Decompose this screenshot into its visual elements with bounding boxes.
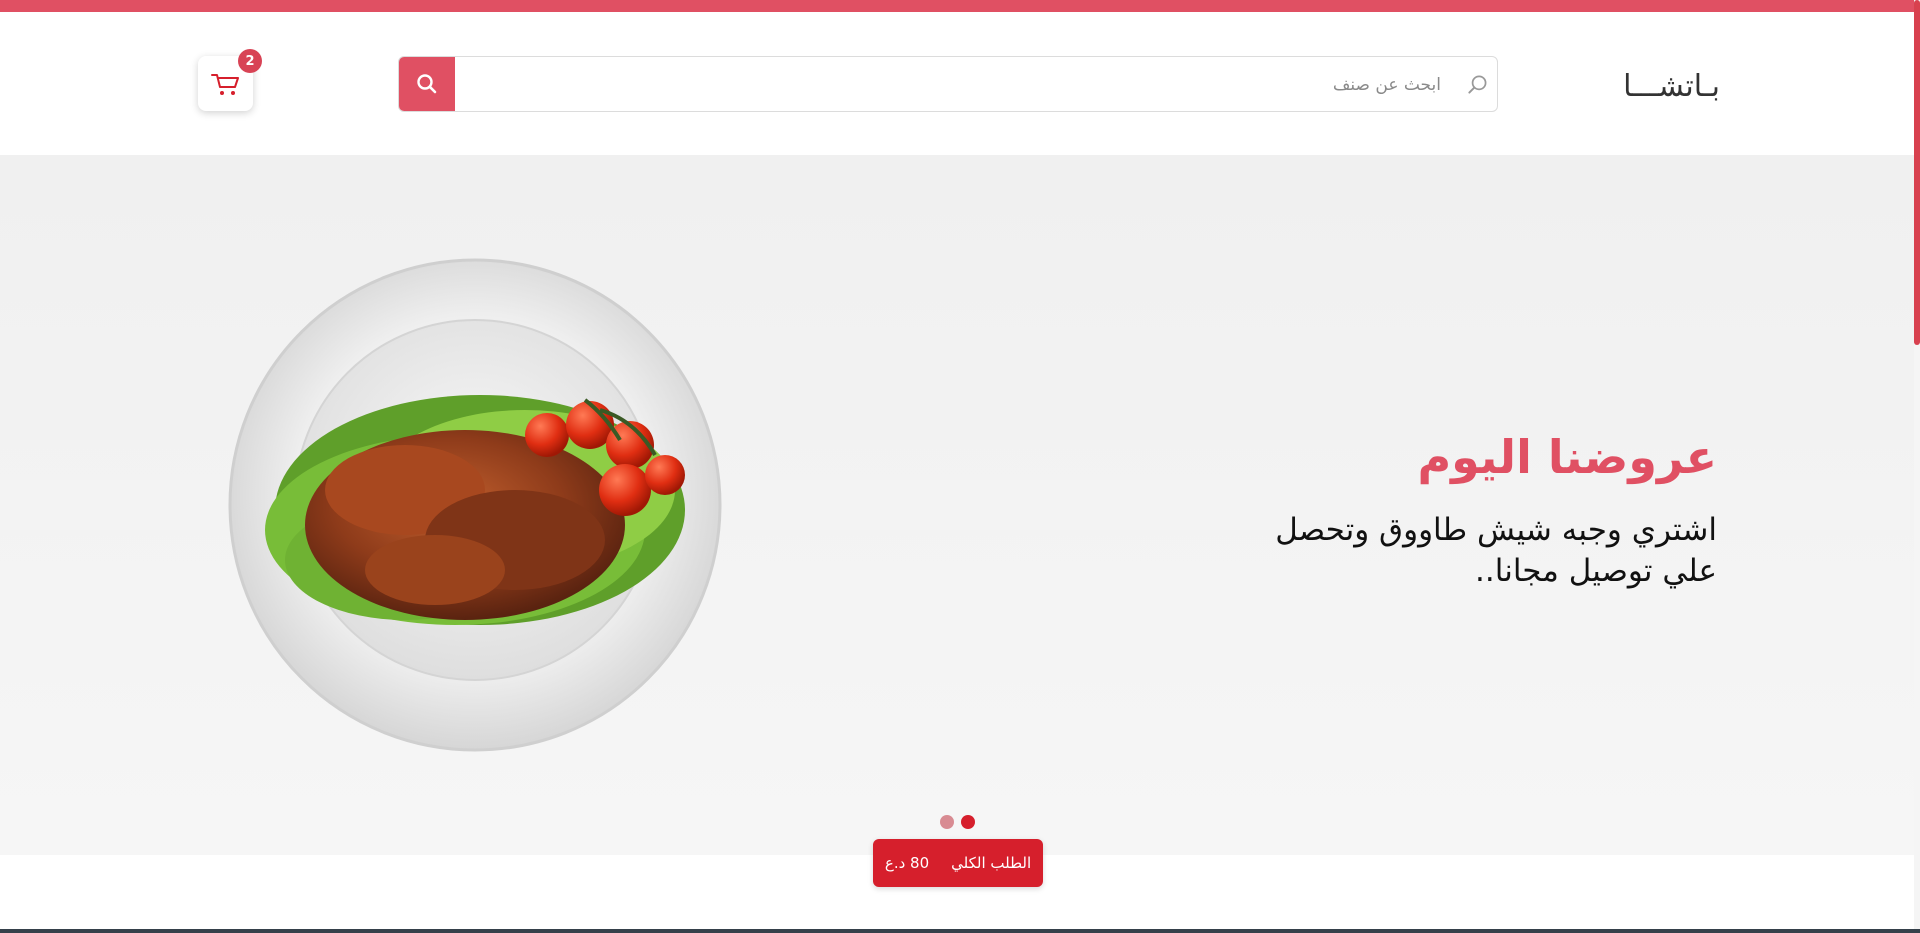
food-plate-image — [228, 258, 722, 752]
slider-dot-1[interactable] — [940, 815, 954, 829]
search-bar — [398, 56, 1498, 113]
hero-title: عروضنا اليوم — [1417, 430, 1717, 484]
cart-icon — [210, 73, 239, 95]
order-total-button[interactable]: الطلب الكلي 80 د.ع — [873, 839, 1043, 887]
site-logo[interactable]: بـاتشـــا — [1620, 69, 1720, 104]
order-total-amount: 80 د.ع — [884, 854, 930, 872]
slider-dot-2-active[interactable] — [961, 815, 975, 829]
hero-description: اشتري وجبه شيش طاووق وتحصل علي توصيل مجا… — [1275, 512, 1717, 589]
order-total-label: الطلب الكلي — [951, 854, 1032, 872]
search-button[interactable] — [399, 57, 455, 111]
cart-count-badge: 2 — [238, 49, 262, 73]
search-field-icon — [1468, 75, 1487, 94]
search-input[interactable] — [459, 57, 1447, 113]
search-icon — [417, 74, 437, 94]
bottom-edge — [0, 929, 1920, 933]
scrollbar-thumb[interactable] — [1914, 0, 1920, 345]
top-accent-bar — [0, 0, 1920, 12]
